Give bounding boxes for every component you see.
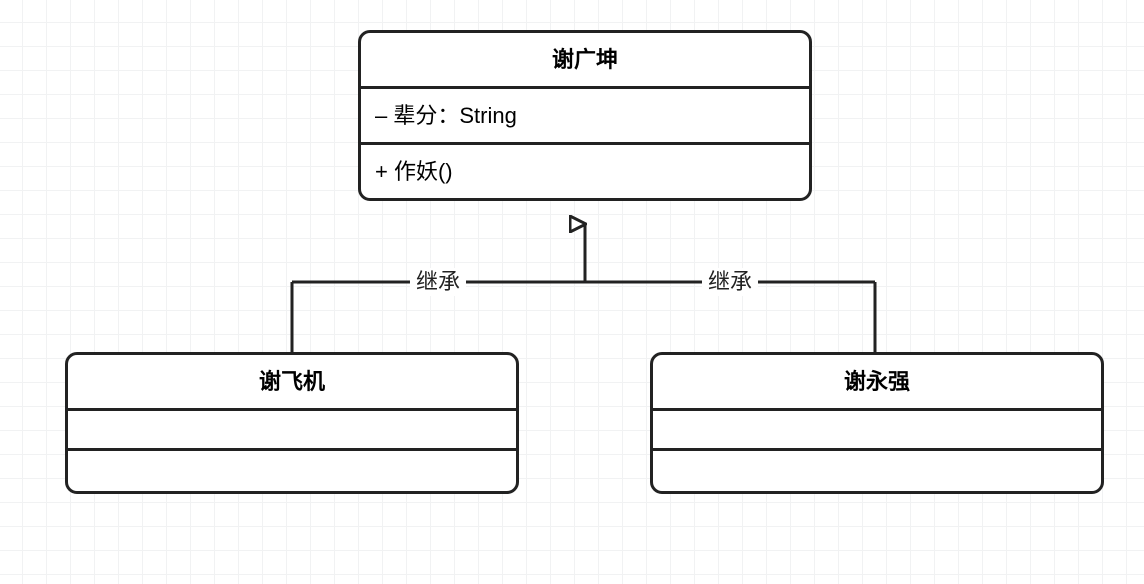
class-box-parent[interactable]: 谢广坤 – 辈分：String + 作妖() [358, 30, 812, 201]
class-attribute-empty [68, 411, 516, 451]
diagram-canvas: 谢广坤 – 辈分：String + 作妖() 谢飞机 谢永强 继承 继承 [0, 0, 1144, 584]
edge-label-right: 继承 [702, 268, 758, 296]
class-method-empty [68, 451, 516, 491]
class-method-empty [653, 451, 1101, 491]
class-name: 谢广坤 [361, 33, 809, 89]
edge-label-left: 继承 [410, 268, 466, 296]
class-method: + 作妖() [361, 145, 809, 198]
class-box-child-b[interactable]: 谢永强 [650, 352, 1104, 494]
class-box-child-a[interactable]: 谢飞机 [65, 352, 519, 494]
class-name: 谢永强 [653, 355, 1101, 411]
class-attribute: – 辈分：String [361, 89, 809, 145]
class-name: 谢飞机 [68, 355, 516, 411]
class-attribute-empty [653, 411, 1101, 451]
